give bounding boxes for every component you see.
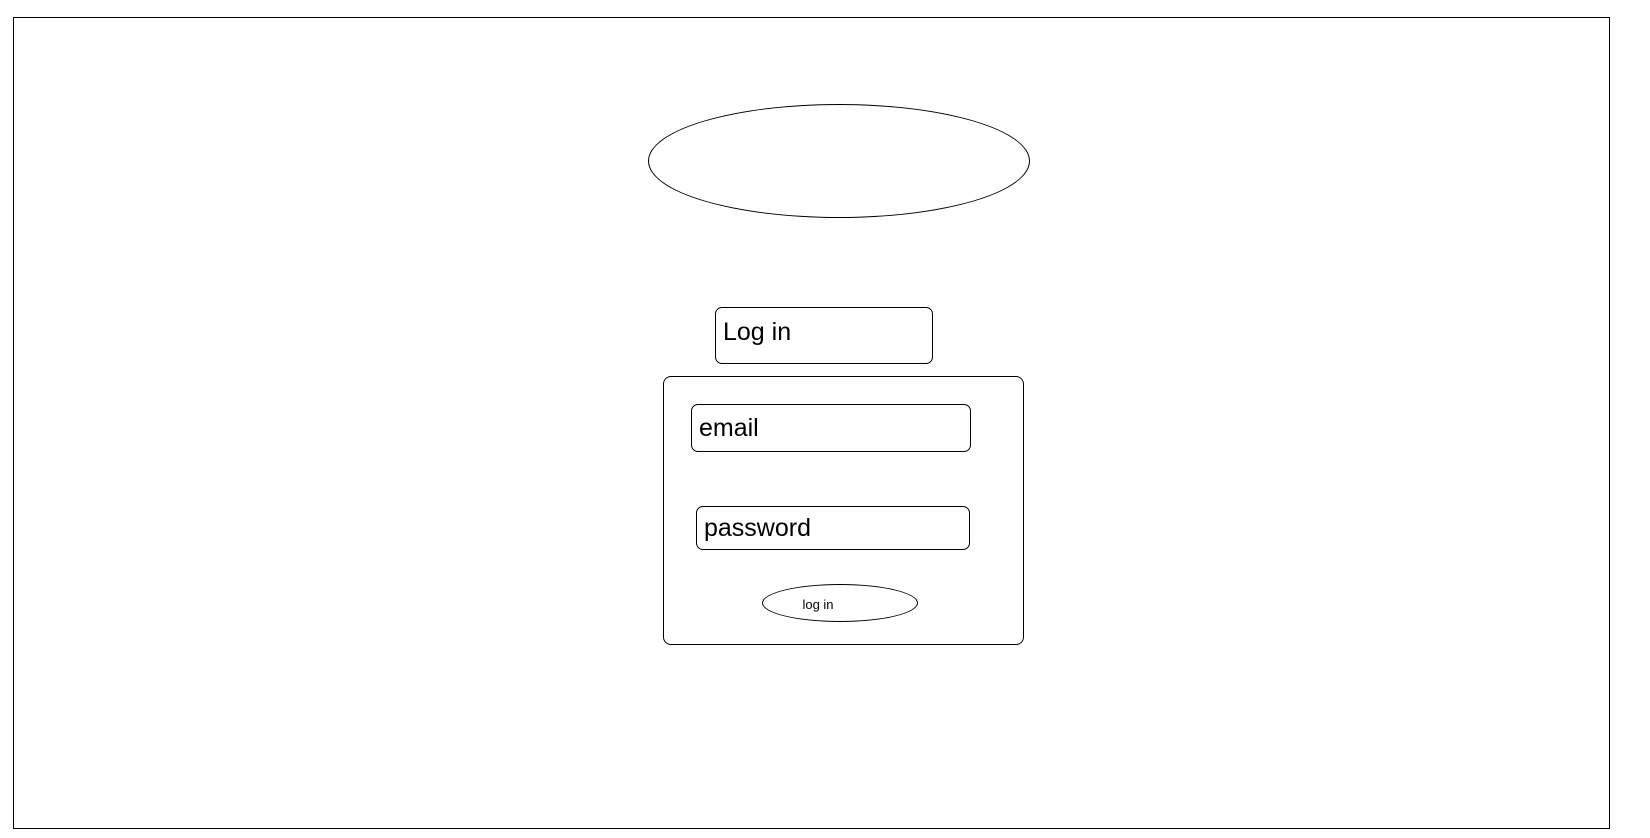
login-button[interactable]: log in [762,584,918,622]
login-button-label: log in [802,596,834,612]
password-field[interactable] [696,506,970,550]
email-field[interactable] [691,404,971,452]
login-form-panel: log in [663,376,1024,645]
page-title: Log in [723,318,792,346]
logo-placeholder [648,104,1030,218]
page-title-box: Log in [715,307,933,364]
